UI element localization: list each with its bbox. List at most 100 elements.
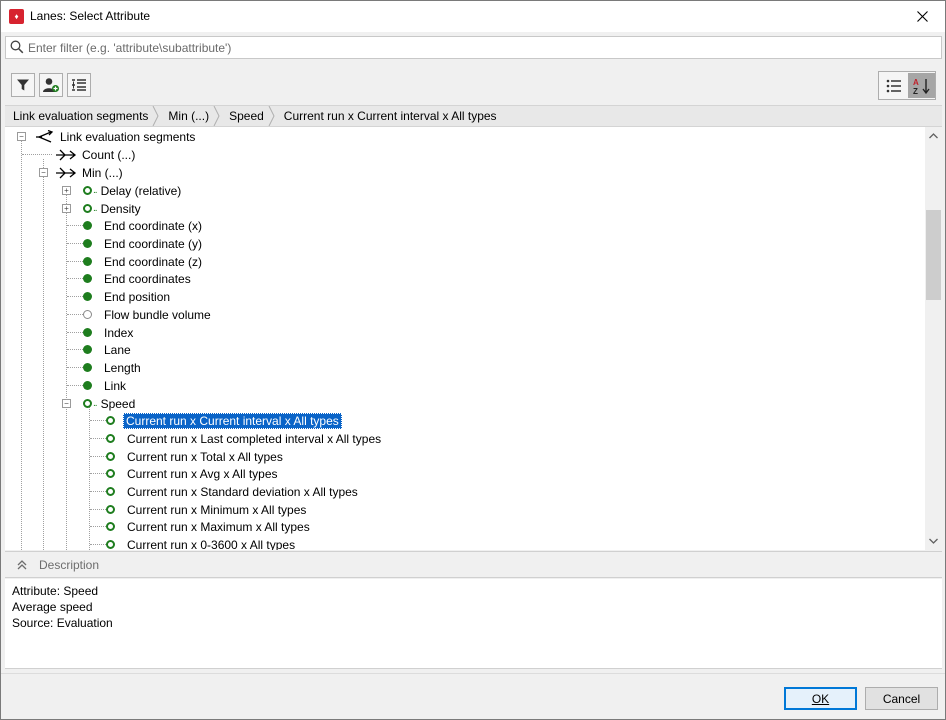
tree-node-label: End coordinates [104,271,191,286]
scroll-thumb[interactable] [926,210,941,300]
tree-node-label: Index [104,325,134,340]
cancel-label: Cancel [882,691,921,706]
tree-guide [67,349,83,350]
tree-node-label: Link evaluation segments [60,129,196,144]
expand-toggle[interactable]: + [62,204,71,213]
tree-guide [67,385,83,386]
tree-node-attribute[interactable]: Index [83,324,135,341]
subattribute-icon [106,522,115,531]
select-attribute-dialog: ♦ Lanes: Select Attribute Enter filter (… [0,0,946,720]
tree-node-subattribute[interactable]: Current run x Last completed interval x … [106,430,383,447]
tree-node-attribute[interactable]: End coordinate (x) [83,217,204,234]
tree-node-label: Length [104,360,141,375]
tree-node-attribute[interactable]: .. Density [83,200,143,217]
tree-node-label: Density [100,201,141,216]
subattribute-icon [106,505,115,514]
filter-field[interactable] [5,36,942,59]
scroll-up-button[interactable] [925,127,942,144]
tree-node-subattribute[interactable]: Current run x Avg x All types [106,465,280,482]
tree-node-subattribute[interactable]: Current run x Minimum x All types [106,501,308,518]
breadcrumb-item[interactable]: Current run x Current interval x All typ… [276,106,501,126]
tree-node-attribute[interactable]: Link [83,377,128,394]
ok-button[interactable]: OK [784,687,857,710]
more-indicator: .. [93,185,97,196]
tree-node-label: Speed [100,396,136,411]
collapse-toggle[interactable]: − [39,168,48,177]
tree-guide [89,407,90,550]
attribute-filled-icon [83,221,92,230]
expand-collapse-button[interactable] [67,73,91,97]
attribute-filled-icon [83,328,92,337]
cancel-button[interactable]: Cancel [865,687,938,710]
breadcrumb-item[interactable]: Min (...) [160,106,213,126]
tree-guide [67,332,83,333]
breadcrumb-separator [268,106,276,126]
funnel-icon [17,79,29,91]
user-attributes-button[interactable] [39,73,63,97]
app-icon: ♦ [9,9,24,24]
tree-node-subattribute[interactable]: Current run x Standard deviation x All t… [106,483,360,500]
collapse-toggle[interactable]: − [62,399,71,408]
tree-node-subattribute[interactable]: Current run x 0-3600 x All types [106,536,297,550]
tree-node-min[interactable]: Min (...) [55,164,125,181]
attribute-partial-icon [83,399,92,408]
tree-scrollbar[interactable] [925,127,942,550]
description-title: Description [39,557,100,572]
tree-node-attribute[interactable]: Length [83,359,143,376]
tree-node-count[interactable]: Count (...) [55,146,137,163]
tree-guide [90,544,106,545]
tree-guide [90,473,106,474]
description-header[interactable]: Description [5,551,942,578]
attribute-filled-icon [83,381,92,390]
close-button[interactable] [899,1,945,32]
breadcrumb-label: Current run x Current interval x All typ… [283,109,497,123]
tree-node-subattribute[interactable]: Current run x Current interval x All typ… [106,412,342,429]
tree-node-label: End coordinate (z) [104,254,203,269]
collapse-toggle[interactable]: − [17,132,26,141]
tree-node-label: Delay (relative) [100,183,182,198]
tree-node-root[interactable]: Link evaluation segments [35,128,197,145]
tree-node-label: Current run x Standard deviation x All t… [127,484,358,499]
title-bar: ♦ Lanes: Select Attribute [1,1,945,32]
tree-node-label: End coordinate (x) [104,218,203,233]
tree-node-attribute[interactable]: End coordinates [83,270,193,287]
attribute-tree[interactable]: − Link evaluation segments Count (...) − [5,127,942,550]
double-chevron-up-icon [17,559,27,569]
tree-node-attribute[interactable]: End coordinate (y) [83,235,204,252]
filter-input[interactable] [28,39,928,56]
filter-attributes-button[interactable] [11,73,35,97]
tree-node-speed[interactable]: .. Speed [83,395,137,412]
tree-node-attribute[interactable]: Lane [83,341,133,358]
tree-node-attribute[interactable]: Flow bundle volume [83,306,213,323]
tree-node-label: Lane [104,342,131,357]
scroll-down-button[interactable] [925,532,942,549]
tree-node-attribute[interactable]: .. Delay (relative) [83,182,183,199]
attribute-partial-icon [83,204,92,213]
tree-node-label: Current run x Total x All types [127,449,283,464]
expand-toggle[interactable]: + [62,186,71,195]
tree-guide [90,526,106,527]
subattribute-icon [106,540,115,549]
list-view-button[interactable] [880,73,907,98]
tree-node-attribute[interactable]: End position [83,288,172,305]
description-line: Attribute: Speed [12,584,99,598]
tree-node-label: End position [104,289,171,304]
breadcrumb-item[interactable]: Speed [221,106,268,126]
tree-guide [67,243,83,244]
sort-az-button[interactable]: A Z [908,73,935,98]
tree-node-label: Current run x Minimum x All types [127,502,307,517]
ok-label: OK [811,691,830,706]
subattribute-icon [106,469,115,478]
tree-node-subattribute[interactable]: Current run x Total x All types [106,448,285,465]
chevron-down-icon [929,538,938,544]
tree-guide [43,159,44,550]
tree-node-subattribute[interactable]: Current run x Maximum x All types [106,518,312,535]
attribute-filled-icon [83,257,92,266]
breadcrumb-label: Speed [229,109,264,123]
subattribute-icon [106,434,115,443]
tree-node-label: Min (...) [82,165,123,180]
breadcrumb-item[interactable]: Link evaluation segments [5,106,152,126]
tree-node-attribute[interactable]: End coordinate (z) [83,253,204,270]
tree-node-label: Current run x Maximum x All types [127,519,310,534]
breadcrumb: Link evaluation segments Min (...) Speed… [5,105,942,127]
